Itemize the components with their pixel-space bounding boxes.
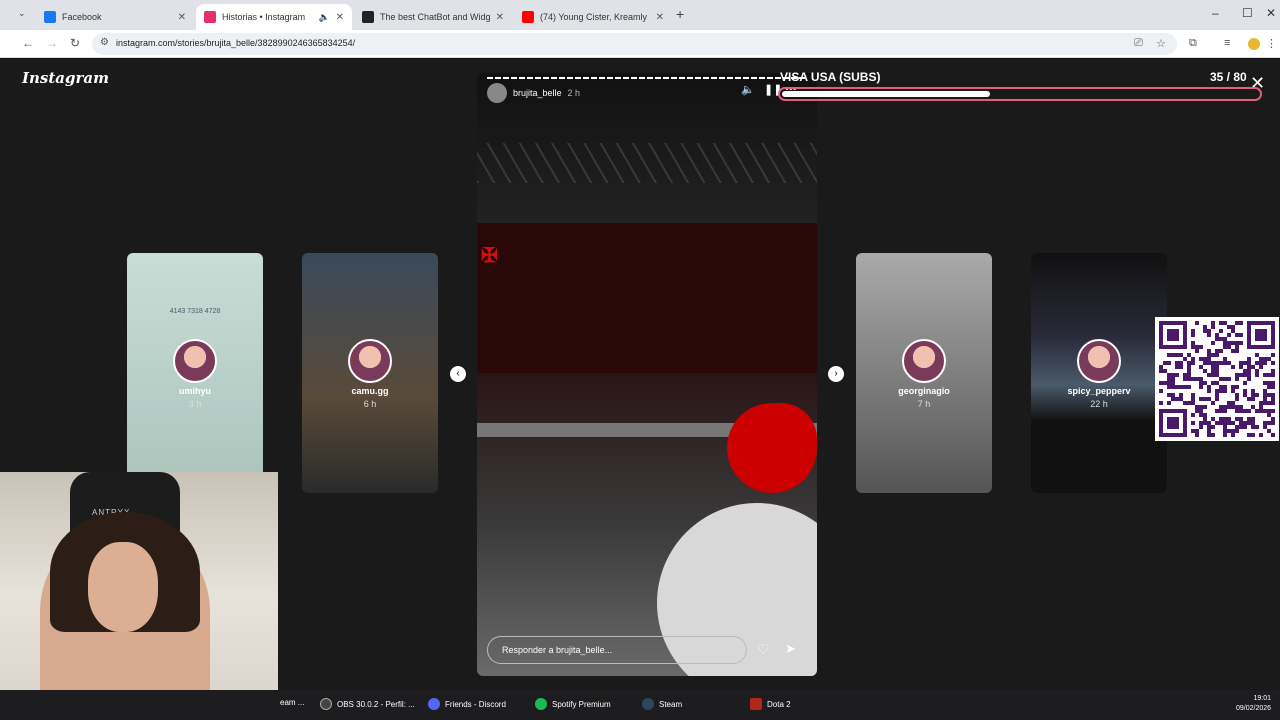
site-info-icon[interactable]: ⚙ xyxy=(100,37,109,48)
qr-pattern xyxy=(1159,321,1275,437)
story-thumbnail[interactable]: 4143 7318 4728 umihyu 3 h xyxy=(127,253,263,493)
maximize-icon[interactable]: ☐ xyxy=(1242,6,1253,20)
extensions-icon[interactable]: ⧉ xyxy=(1189,37,1197,50)
taskbar-item-discord[interactable]: Friends - Discord xyxy=(428,698,506,710)
tab-youtube[interactable]: (74) Young Cister, Kreamly - Q ✕ xyxy=(514,4,672,30)
taskbar-item-spotify[interactable]: Spotify Premium xyxy=(535,698,611,710)
tab-title: The best ChatBot and Widgets xyxy=(380,12,490,22)
avatar[interactable] xyxy=(487,83,507,103)
story-progress-bar xyxy=(487,77,807,79)
thumb-time: 3 h xyxy=(188,399,202,409)
taskbar-label: Spotify Premium xyxy=(552,699,611,709)
avatar xyxy=(902,339,946,383)
taskbar-label: Steam xyxy=(659,699,683,709)
tab-title: Historias • Instagram xyxy=(222,12,306,22)
spotify-icon xyxy=(535,698,547,710)
facebook-icon xyxy=(44,11,56,23)
close-icon[interactable]: ✕ xyxy=(496,12,504,23)
story-thumbnail[interactable]: georginagio 7 h xyxy=(856,253,992,493)
close-icon[interactable]: ✕ xyxy=(178,12,186,23)
dota-icon xyxy=(750,698,762,710)
story-username[interactable]: brujita_belle xyxy=(513,88,562,98)
story-header: brujita_belle 2 h xyxy=(487,83,580,103)
taskbar-item[interactable]: eam ... xyxy=(280,698,304,707)
stage-truss xyxy=(477,143,817,183)
thumb-time: 6 h xyxy=(363,399,377,409)
story-time: 2 h xyxy=(567,88,581,98)
discord-icon xyxy=(428,698,440,710)
reply-input[interactable]: Responder a brujita_belle... xyxy=(487,636,747,664)
streamer-face xyxy=(88,542,158,632)
bookmark-star-icon[interactable]: ☆ xyxy=(1156,37,1166,50)
thumb-qr-number: 4143 7318 4728 xyxy=(169,308,221,315)
profile-avatar[interactable] xyxy=(1248,38,1260,50)
webcam-overlay: ANTRYX xyxy=(0,472,278,720)
forward-icon[interactable]: → xyxy=(46,36,58,50)
clock-time: 19:01 xyxy=(1253,695,1272,702)
clock-date: 09/02/2026 xyxy=(1236,705,1272,712)
goal-count: 35 / 80 xyxy=(1210,70,1247,84)
tab-title: (74) Young Cister, Kreamly - Q xyxy=(540,12,650,22)
goal-progress-bar xyxy=(778,87,1262,101)
browser-tab-strip: ⌄ Facebook ✕ Historias • Instagram 🔈 ✕ T… xyxy=(0,0,1280,30)
cast-icon[interactable]: ⎚ xyxy=(1134,37,1143,50)
browser-toolbar: ← → ↻ ⚙ instagram.com/stories/brujita_be… xyxy=(0,30,1280,58)
heart-icon[interactable]: ♡ xyxy=(757,641,770,658)
media-controls-icon[interactable]: ≡ xyxy=(1224,37,1230,49)
thumb-time: 22 h xyxy=(1090,399,1108,409)
close-icon[interactable]: ✕ xyxy=(336,12,344,23)
mute-icon[interactable]: 🔈 xyxy=(741,83,755,96)
story-viewer[interactable]: ✠ brujita_belle 2 h 🔈 ❚❚ ••• Responder a… xyxy=(477,73,817,676)
tab-chatbot[interactable]: The best ChatBot and Widgets ✕ xyxy=(354,4,512,30)
tab-instagram[interactable]: Historias • Instagram 🔈 ✕ xyxy=(196,4,352,30)
tab-facebook[interactable]: Facebook ✕ xyxy=(36,4,194,30)
youtube-icon xyxy=(522,11,534,23)
avatar xyxy=(348,339,392,383)
goal-title: VISA USA (SUBS) xyxy=(780,70,881,84)
address-bar[interactable]: ⚙ instagram.com/stories/brujita_belle/38… xyxy=(92,33,1177,55)
taskbar-item-dota[interactable]: Dota 2 xyxy=(750,698,791,710)
minimize-icon[interactable]: – xyxy=(1212,6,1219,20)
goal-progress-fill xyxy=(782,91,990,97)
previous-story-button[interactable]: ‹ xyxy=(450,366,466,382)
taskbar-label: OBS 30.0.2 - Perfil: ... xyxy=(337,699,415,709)
speaker-icon[interactable]: 🔈 xyxy=(319,12,330,23)
avatar xyxy=(173,339,217,383)
github-icon xyxy=(362,11,374,23)
taskbar-item-steam[interactable]: Steam xyxy=(642,698,682,710)
taskbar: eam ... OBS 30.0.2 - Perfil: ... Friends… xyxy=(0,690,1280,720)
taskbar-label: Dota 2 xyxy=(767,699,791,709)
menu-icon[interactable]: ⋮ xyxy=(1266,37,1277,50)
send-icon[interactable]: ➤ xyxy=(785,641,796,657)
tab-search-icon[interactable]: ⌄ xyxy=(18,8,32,22)
yape-qr-code xyxy=(1155,317,1279,441)
instagram-logo[interactable]: Instagram xyxy=(22,69,109,87)
story-thumbnail[interactable]: camu.gg 6 h xyxy=(302,253,438,493)
story-thumbnail[interactable]: spicy_pepperv 22 h xyxy=(1031,253,1167,493)
stage-banner: ✠ xyxy=(477,223,817,373)
system-clock[interactable]: 19:01 09/02/2026 xyxy=(1236,694,1271,714)
thumb-username: umihyu xyxy=(178,386,211,396)
next-story-button[interactable]: › xyxy=(828,366,844,382)
thumb-username: camu.gg xyxy=(351,386,389,396)
taskbar-label: Friends - Discord xyxy=(445,699,506,709)
instagram-icon xyxy=(204,11,216,23)
red-plush xyxy=(727,403,817,493)
avatar xyxy=(1077,339,1121,383)
obs-icon xyxy=(320,698,332,710)
window-close-icon[interactable]: ✕ xyxy=(1266,6,1276,20)
taskbar-item-obs[interactable]: OBS 30.0.2 - Perfil: ... xyxy=(320,698,415,710)
tab-title: Facebook xyxy=(62,12,102,22)
steam-icon xyxy=(642,698,654,710)
back-icon[interactable]: ← xyxy=(22,36,34,50)
url-text: instagram.com/stories/brujita_belle/3828… xyxy=(116,38,356,48)
thumb-username: spicy_pepperv xyxy=(1067,386,1131,396)
thumb-username: georginagio xyxy=(898,386,950,396)
new-tab-button[interactable]: + xyxy=(676,6,684,22)
close-icon[interactable]: ✕ xyxy=(656,12,664,23)
reload-icon[interactable]: ↻ xyxy=(70,36,80,50)
taskbar-label: eam ... xyxy=(280,698,305,707)
thumb-time: 7 h xyxy=(917,399,931,409)
